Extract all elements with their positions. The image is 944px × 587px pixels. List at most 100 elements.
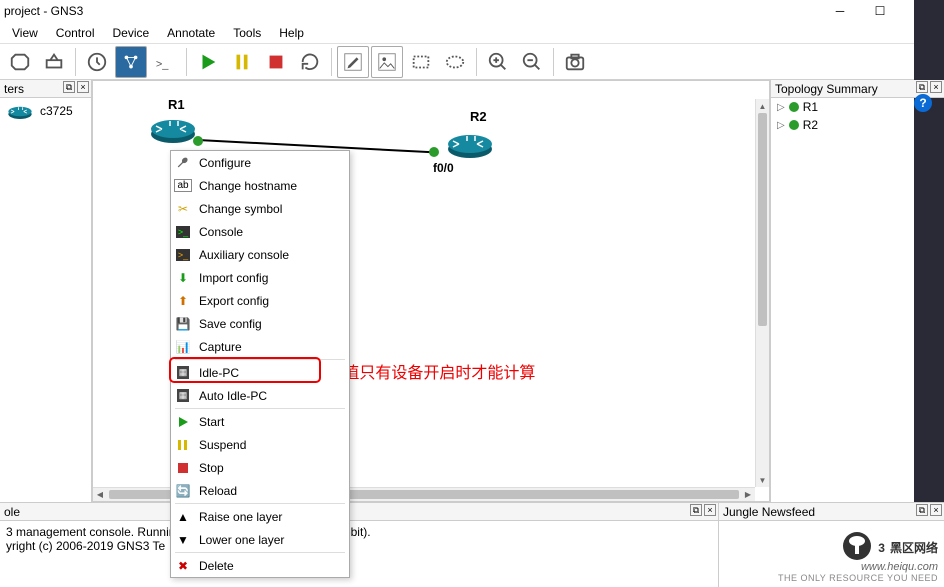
ctx-delete[interactable]: ✖Delete [171, 554, 349, 577]
zoom-out-icon[interactable] [516, 46, 548, 78]
ctx-label: Configure [199, 156, 251, 170]
wrench-icon [175, 155, 191, 171]
export-icon: ⬆ [175, 293, 191, 309]
ctx-label: Change hostname [199, 179, 297, 193]
undock-icon[interactable]: ⧉ [63, 81, 75, 93]
undock-icon[interactable]: ⧉ [916, 504, 928, 516]
menu-help[interactable]: Help [271, 24, 312, 42]
ctx-label: Idle-PC [199, 366, 239, 380]
console-prompt-icon[interactable]: >_ [149, 46, 181, 78]
save-icon: 💾 [175, 316, 191, 332]
ctx-capture[interactable]: 📊 Capture [171, 335, 349, 358]
screenshot-icon[interactable] [559, 46, 591, 78]
svg-text:>_: >_ [156, 58, 169, 70]
ctx-stop[interactable]: Stop [171, 456, 349, 479]
ctx-auxiliary-console[interactable]: >_Auxiliary console [171, 243, 349, 266]
ctx-label: Auto Idle-PC [199, 389, 267, 403]
stop-icon [175, 460, 191, 476]
ctx-suspend[interactable]: Suspend [171, 433, 349, 456]
play-icon [175, 414, 191, 430]
port-status-r2 [429, 147, 439, 157]
panel-close-icon[interactable]: × [930, 504, 942, 516]
network-icon[interactable] [115, 46, 147, 78]
undock-icon[interactable]: ⧉ [690, 504, 702, 516]
ctx-label: Raise one layer [199, 510, 282, 524]
menubar: View Control Device Annotate Tools Help [0, 22, 944, 44]
devices-panel: ters ⧉× c3725 [0, 80, 92, 502]
logo: 3 黑区网络 www.heiqu.com THE ONLY RESOURCE Y… [778, 531, 938, 583]
undock-icon[interactable]: ⧉ [916, 81, 928, 93]
save-icon[interactable] [38, 46, 70, 78]
annotate-image-icon[interactable] [371, 46, 403, 78]
context-menu: Configure abChange hostname ✂ Change symbol… [170, 150, 350, 578]
capture-icon: 📊 [175, 339, 191, 355]
panel-close-icon[interactable]: × [77, 81, 89, 93]
expand-icon[interactable]: ▷ [777, 120, 785, 131]
ctx-change-symbol[interactable]: ✂ Change symbol [171, 197, 349, 220]
pause-all-icon[interactable] [226, 46, 258, 78]
ctx-auto-idle-pc[interactable]: ▦Auto Idle-PC [171, 384, 349, 407]
scissors-icon: ✂ [175, 201, 191, 217]
expand-icon[interactable]: ▷ [777, 102, 785, 113]
maximize-button[interactable]: ☐ [860, 0, 900, 22]
ctx-reload[interactable]: 🔄 Reload [171, 479, 349, 502]
ctx-label: Change symbol [199, 202, 282, 216]
ctx-label: Start [199, 415, 224, 429]
device-template[interactable]: c3725 [0, 98, 91, 124]
status-dot-icon [789, 120, 799, 130]
router-r1[interactable] [148, 111, 198, 148]
ctx-configure[interactable]: Configure [171, 151, 349, 174]
calc-icon: ▦ [175, 365, 191, 381]
ctx-lower-one-layer[interactable]: ▼ Lower one layer [171, 528, 349, 551]
console-output[interactable]: 3 management console. Running ws (64-bit… [0, 521, 718, 557]
canvas-scrollbar-v[interactable]: ▲▼ [755, 99, 769, 487]
panel-close-icon[interactable]: × [930, 81, 942, 93]
menu-tools[interactable]: Tools [225, 24, 269, 42]
lower-icon: ▼ [175, 532, 191, 548]
terminal2-icon: >_ [175, 247, 191, 263]
ctx-label: Suspend [199, 438, 246, 452]
import-icon: ⬇ [175, 270, 191, 286]
ctx-raise-one-layer[interactable]: ▲ Raise one layer [171, 505, 349, 528]
annotate-edit-icon[interactable] [337, 46, 369, 78]
port-label-r2: f0/0 [433, 161, 454, 175]
raise-icon: ▲ [175, 509, 191, 525]
reload-icon[interactable] [294, 46, 326, 78]
zoom-in-icon[interactable] [482, 46, 514, 78]
play-all-icon[interactable] [192, 46, 224, 78]
help-bubble-icon[interactable]: ? [914, 94, 932, 112]
newsfeed-panel: Jungle Newsfeed ⧉× 3 黑区网络 www.heiqu.com … [719, 503, 944, 587]
console-panel: ole ⧉× 3 management console. Running ws … [0, 503, 719, 587]
ctx-change-hostname[interactable]: abChange hostname [171, 174, 349, 197]
ctx-import-config[interactable]: ⬇ Import config [171, 266, 349, 289]
annotate-ellipse-icon[interactable] [439, 46, 471, 78]
node-label-r2: R2 [470, 109, 487, 124]
ctx-label: Import config [199, 271, 268, 285]
ctx-label: Lower one layer [199, 533, 284, 547]
console-title: ole [4, 505, 20, 519]
ctx-start[interactable]: Start [171, 410, 349, 433]
panel-close-icon[interactable]: × [704, 504, 716, 516]
ctx-idle-pc[interactable]: ▦ Idle-PC [171, 361, 349, 384]
menu-device[interactable]: Device [104, 24, 157, 42]
stop-all-icon[interactable] [260, 46, 292, 78]
ctx-console[interactable]: >_Console [171, 220, 349, 243]
ctx-label: Capture [199, 340, 242, 354]
toolbar: >_ [0, 44, 944, 80]
menu-control[interactable]: Control [48, 24, 103, 42]
open-icon[interactable] [4, 46, 36, 78]
ctx-label: Reload [199, 484, 237, 498]
newsfeed-title: Jungle Newsfeed [723, 505, 815, 519]
titlebar: project - GNS3 ─ ☐ ✕ [0, 0, 944, 22]
ctx-save-config[interactable]: 💾Save config [171, 312, 349, 335]
device-name: c3725 [40, 104, 73, 118]
annotate-rect-icon[interactable] [405, 46, 437, 78]
minimize-button[interactable]: ─ [820, 0, 860, 22]
clock-icon[interactable] [81, 46, 113, 78]
ctx-export-config[interactable]: ⬆Export config [171, 289, 349, 312]
menu-annotate[interactable]: Annotate [159, 24, 223, 42]
ctx-label: Stop [199, 461, 224, 475]
reload-icon: 🔄 [175, 483, 191, 499]
router-r2[interactable] [445, 126, 495, 163]
menu-view[interactable]: View [4, 24, 46, 42]
